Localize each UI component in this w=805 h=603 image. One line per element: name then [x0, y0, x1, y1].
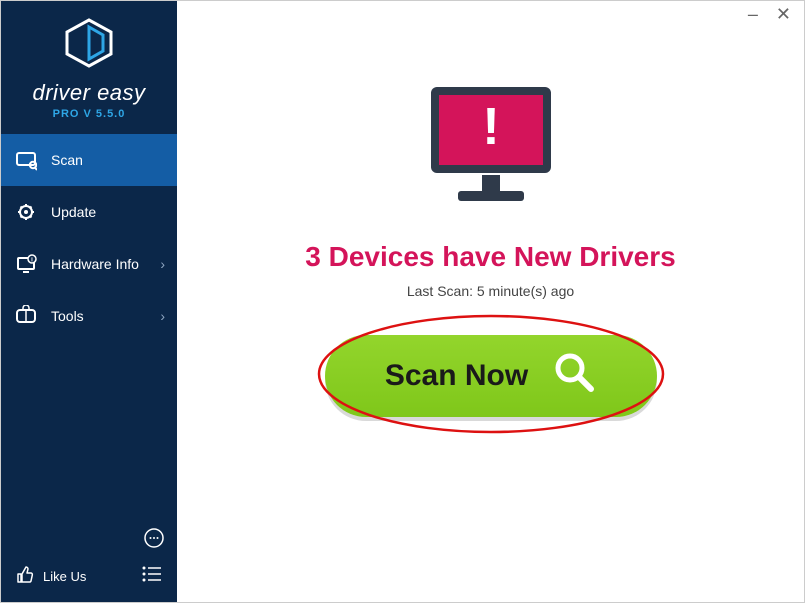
- close-button[interactable]: ✕: [776, 5, 791, 23]
- magnifier-icon: [552, 350, 596, 402]
- like-us-label: Like Us: [43, 569, 86, 584]
- brand-name: driver easy: [1, 80, 177, 106]
- sidebar-footer: Like Us: [1, 551, 177, 602]
- update-icon: [15, 201, 37, 223]
- menu-list-icon[interactable]: [141, 565, 163, 588]
- sidebar-nav: Scan Update i Hardware Info › Tools: [1, 134, 177, 551]
- sidebar-item-label: Hardware Info: [51, 256, 139, 272]
- minimize-button[interactable]: –: [748, 5, 758, 23]
- feedback-icon[interactable]: [143, 527, 165, 554]
- svg-text:!: !: [482, 98, 499, 156]
- window-controls: – ✕: [734, 0, 805, 28]
- sidebar-item-label: Tools: [51, 308, 84, 324]
- hardware-info-icon: i: [15, 253, 37, 275]
- like-us-button[interactable]: Like Us: [15, 565, 86, 588]
- main-panel: ! 3 Devices have New Drivers Last Scan: …: [177, 1, 804, 602]
- sidebar-item-label: Scan: [51, 152, 83, 168]
- sidebar-item-label: Update: [51, 204, 96, 220]
- last-scan-text: Last Scan: 5 minute(s) ago: [177, 283, 804, 299]
- sidebar-item-tools[interactable]: Tools ›: [1, 290, 177, 342]
- chevron-right-icon: ›: [160, 308, 165, 324]
- scan-now-button[interactable]: Scan Now: [325, 335, 657, 417]
- brand-logo-icon: [1, 17, 177, 74]
- tools-icon: [15, 305, 37, 327]
- brand-block: driver easy PRO V 5.5.0: [1, 1, 177, 130]
- chevron-right-icon: ›: [160, 256, 165, 272]
- monitor-alert-icon: !: [177, 79, 804, 219]
- brand-subtitle: PRO V 5.5.0: [1, 108, 177, 120]
- scan-icon: [15, 149, 37, 171]
- scan-headline: 3 Devices have New Drivers: [177, 241, 804, 273]
- sidebar-item-update[interactable]: Update: [1, 186, 177, 238]
- thumbs-up-icon: [15, 565, 35, 588]
- sidebar-item-scan[interactable]: Scan: [1, 134, 177, 186]
- sidebar: driver easy PRO V 5.5.0 Scan Update i: [1, 1, 177, 602]
- sidebar-item-hardware-info[interactable]: i Hardware Info ›: [1, 238, 177, 290]
- scan-button-label: Scan Now: [385, 359, 528, 393]
